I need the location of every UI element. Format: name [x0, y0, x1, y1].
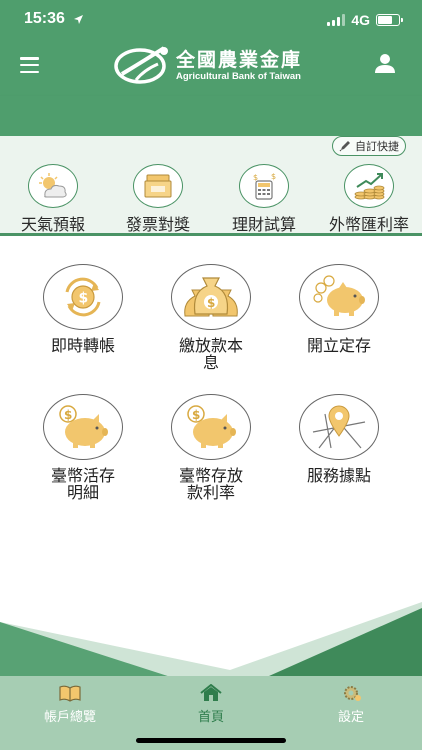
- piggy-bank-icon: $: [43, 394, 123, 460]
- tab-label: 帳戶總覽: [43, 710, 96, 725]
- service-label: 臺幣存放款利率: [178, 466, 243, 502]
- service-twd-demand-deposit-detail[interactable]: $ 臺幣活存明細: [28, 394, 138, 501]
- status-bar: 15:36 4G: [0, 0, 422, 40]
- quick-item-invoice[interactable]: 發票對獎: [105, 164, 211, 235]
- tab-home[interactable]: 首頁: [161, 684, 261, 725]
- service-label: 服務據點: [306, 466, 371, 485]
- svg-text:$: $: [64, 408, 72, 422]
- tab-account-overview[interactable]: 帳戶總覽: [20, 684, 120, 725]
- cellular-signal-icon: [327, 14, 346, 26]
- service-label: 開立定存: [306, 336, 371, 355]
- exchange-rate-icon: [344, 164, 394, 208]
- status-indicators: 4G: [327, 12, 403, 28]
- bottom-decoration: [0, 602, 422, 680]
- home-icon: [200, 684, 222, 701]
- svg-text:$: $: [271, 172, 276, 181]
- network-type: 4G: [351, 12, 370, 28]
- bank-name-en: Agricultural Bank of Taiwan: [176, 71, 301, 82]
- quick-item-label: 理財試算: [231, 215, 296, 234]
- money-bag-icon: $: [171, 264, 251, 330]
- service-label: 繳放款本息: [178, 336, 243, 372]
- bank-name-zh: 全國農業金庫: [176, 49, 303, 71]
- svg-text:$: $: [207, 296, 215, 310]
- quick-item-exchange-rate[interactable]: 外幣匯利率: [316, 164, 422, 235]
- quick-item-calculator[interactable]: $ $ 理財試算: [211, 164, 317, 235]
- custom-shortcut-label: 自訂快捷: [355, 140, 399, 153]
- battery-icon: [376, 14, 403, 26]
- settings-icon: [344, 686, 361, 701]
- service-branch-locations[interactable]: 服務據點: [284, 394, 394, 484]
- bank-logo: 全國農業金庫 Agricultural Bank of Taiwan: [114, 44, 302, 88]
- status-time: 15:36: [24, 10, 65, 27]
- quick-item-label: 外幣匯利率: [328, 215, 409, 234]
- service-twd-interest-rates[interactable]: $ 臺幣存放款利率: [156, 394, 266, 501]
- pencil-icon: [339, 141, 350, 152]
- service-transfer[interactable]: $ 即時轉帳: [28, 264, 138, 354]
- weather-icon: [28, 164, 78, 208]
- map-pin-icon: [299, 394, 379, 460]
- piggy-bank-icon: [299, 264, 379, 330]
- header-banner: [0, 96, 422, 136]
- transfer-icon: $: [43, 264, 123, 330]
- svg-text:$: $: [79, 291, 89, 307]
- calculator-icon: $ $: [239, 164, 289, 208]
- tab-label: 首頁: [197, 710, 224, 725]
- app-header: 全國農業金庫 Agricultural Bank of Taiwan: [0, 40, 422, 96]
- custom-shortcut-button[interactable]: 自訂快捷: [332, 136, 406, 156]
- piggy-bank-icon: $: [171, 394, 251, 460]
- tab-settings[interactable]: 設定: [301, 684, 401, 725]
- service-loan-payment[interactable]: $ 繳放款本息: [156, 264, 266, 371]
- service-open-time-deposit[interactable]: 開立定存: [284, 264, 394, 354]
- service-label: 即時轉帳: [50, 336, 115, 355]
- hamburger-icon[interactable]: [20, 57, 39, 73]
- invoice-icon: [133, 164, 183, 208]
- location-arrow-icon: [74, 15, 83, 24]
- tab-label: 設定: [337, 710, 364, 725]
- quick-item-label: 天氣預報: [20, 215, 85, 234]
- svg-text:$: $: [192, 408, 200, 422]
- book-icon: [59, 685, 81, 702]
- quick-shortcut-bar: 自訂快捷 天氣預報 發票對獎 $ $ 理財試算 外幣匯利率: [0, 136, 422, 236]
- bank-logo-emblem-icon: [114, 46, 168, 84]
- user-icon[interactable]: [374, 52, 396, 74]
- quick-item-label: 發票對獎: [125, 215, 190, 234]
- service-label: 臺幣活存明細: [50, 466, 115, 502]
- quick-item-weather[interactable]: 天氣預報: [0, 164, 106, 235]
- home-indicator: [136, 738, 286, 743]
